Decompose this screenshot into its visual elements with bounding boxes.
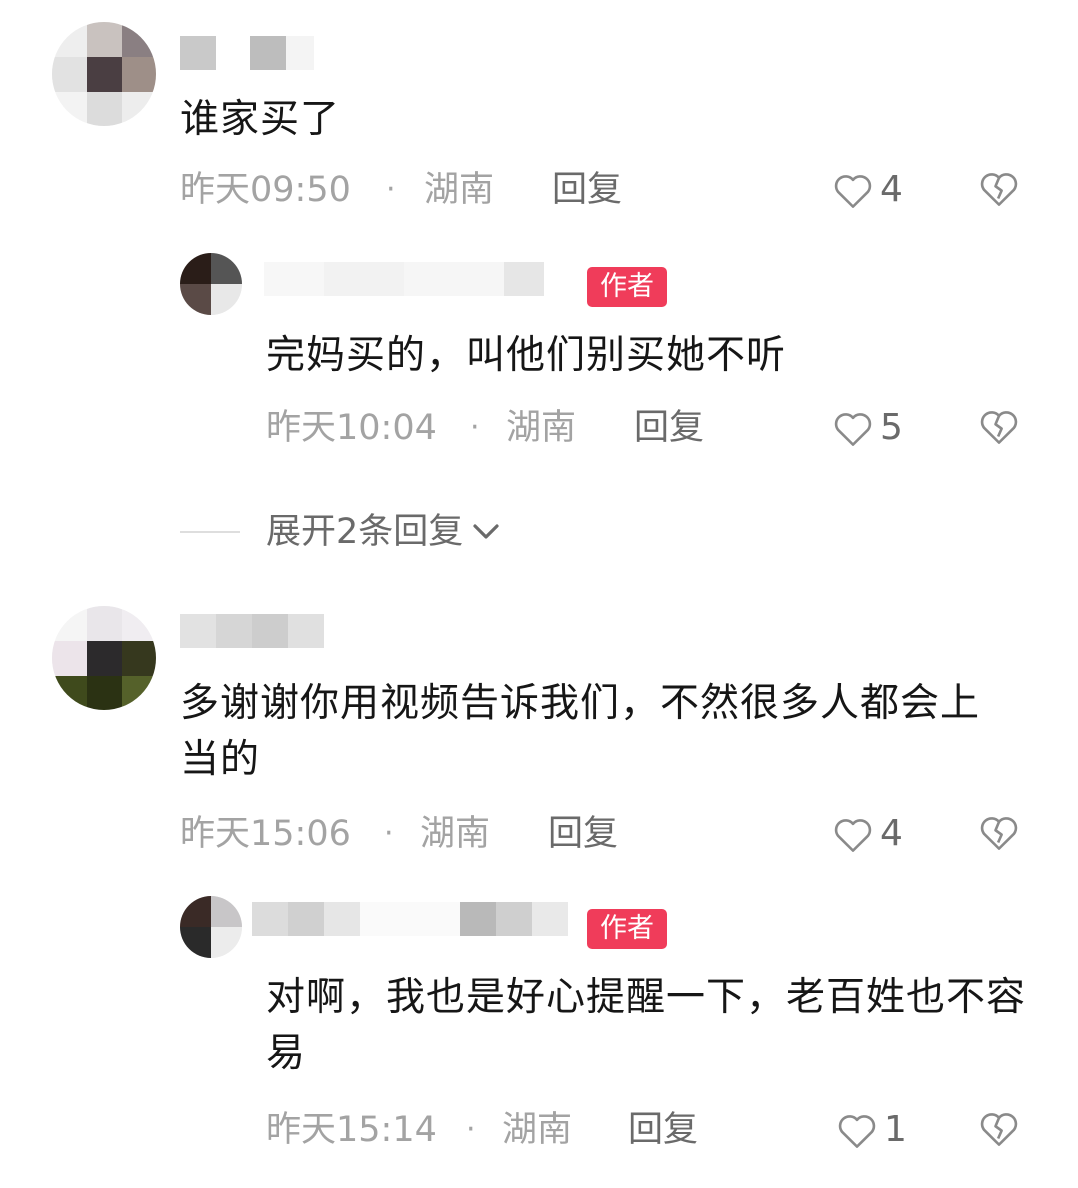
expand-divider	[180, 531, 240, 533]
reply-button[interactable]: 回复	[548, 814, 618, 854]
like-button[interactable]: 4	[832, 167, 903, 213]
chevron-down-icon	[471, 512, 501, 552]
broken-heart-icon	[978, 411, 1020, 450]
expand-label: 展开2条回复	[266, 512, 464, 552]
author-badge: 作者	[587, 267, 667, 307]
like-count: 1	[884, 1109, 907, 1150]
dislike-button[interactable]	[978, 1108, 1020, 1152]
separator-dot: ·	[386, 172, 396, 207]
like-button[interactable]: 4	[832, 811, 903, 857]
reply-button[interactable]: 回复	[634, 408, 704, 448]
comment-time: 昨天09:50	[180, 170, 351, 210]
comment-location: 湖南	[420, 814, 491, 854]
broken-heart-icon	[978, 1113, 1020, 1152]
username-blurred[interactable]	[180, 36, 314, 70]
username-blurred[interactable]	[180, 614, 324, 648]
like-count: 4	[880, 169, 903, 210]
username-blurred[interactable]	[264, 262, 544, 296]
comment-time: 昨天15:06	[180, 814, 351, 854]
comment-location: 湖南	[424, 170, 495, 210]
avatar[interactable]	[52, 606, 156, 710]
reply-button[interactable]: 回复	[552, 170, 622, 210]
like-button[interactable]: 1	[836, 1107, 907, 1153]
author-badge: 作者	[587, 909, 667, 949]
separator-dot: ·	[384, 816, 394, 851]
reply-time: 昨天10:04	[266, 408, 437, 448]
separator-dot: ·	[470, 410, 480, 445]
reply-button[interactable]: 回复	[628, 1110, 698, 1150]
avatar[interactable]	[52, 22, 156, 126]
avatar[interactable]	[180, 253, 242, 315]
heart-outline-icon	[832, 170, 874, 210]
separator-dot: ·	[466, 1112, 476, 1147]
heart-outline-icon	[832, 814, 874, 854]
like-count: 5	[880, 407, 903, 448]
dislike-button[interactable]	[978, 812, 1020, 856]
dislike-button[interactable]	[978, 168, 1020, 212]
username-blurred[interactable]	[252, 902, 568, 936]
comment-text: 谁家买了	[180, 97, 341, 142]
reply-location: 湖南	[502, 1110, 573, 1150]
like-count: 4	[880, 813, 903, 854]
reply-time: 昨天15:14	[266, 1110, 437, 1150]
broken-heart-icon	[978, 173, 1020, 212]
avatar[interactable]	[180, 896, 242, 958]
reply-location: 湖南	[506, 408, 577, 448]
expand-replies-button[interactable]: 展开2条回复	[266, 512, 501, 552]
heart-outline-icon	[836, 1110, 878, 1150]
heart-outline-icon	[832, 408, 874, 448]
dislike-button[interactable]	[978, 406, 1020, 450]
like-button[interactable]: 5	[832, 405, 903, 451]
reply-text: 对啊，我也是好心提醒一下，老百姓也不容易	[266, 975, 1027, 1076]
comment-text: 多谢谢你用视频告诉我们，不然很多人都会上当的	[180, 681, 981, 782]
broken-heart-icon	[978, 817, 1020, 856]
reply-text: 完妈买的，叫他们别买她不听	[266, 333, 787, 378]
